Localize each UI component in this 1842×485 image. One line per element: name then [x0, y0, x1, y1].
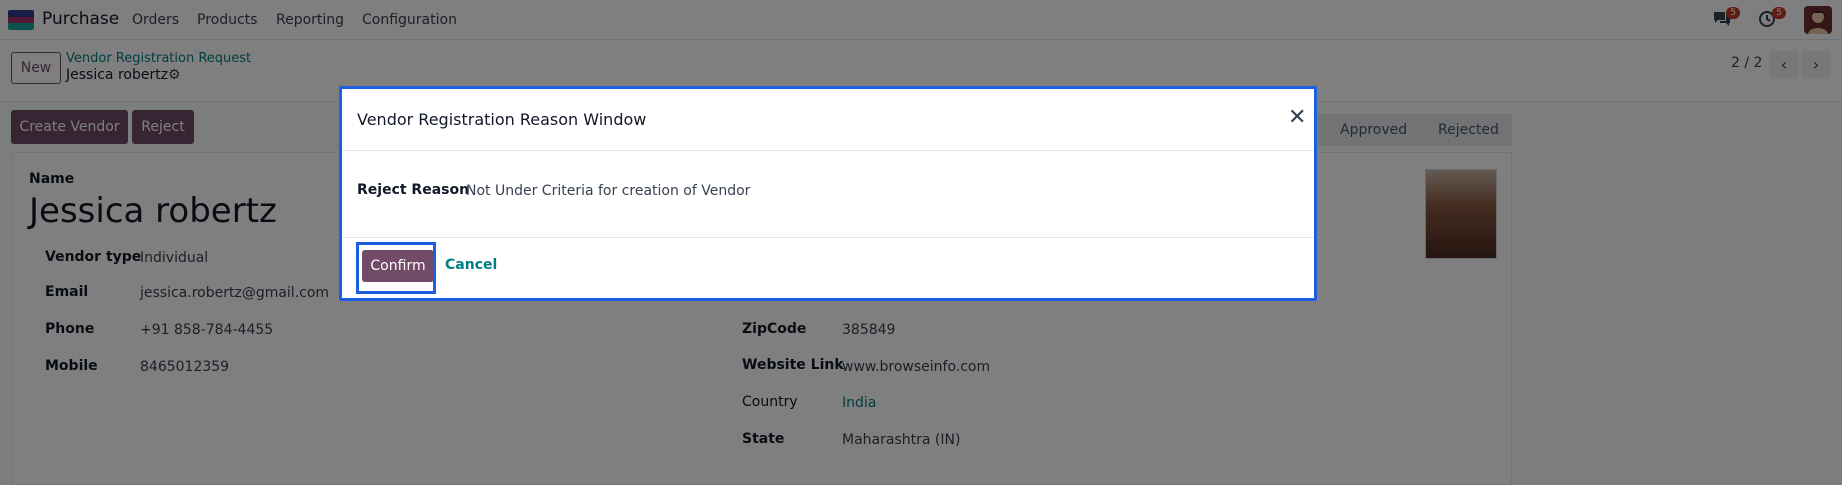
reject-reason-field[interactable]: Not Under Criteria for creation of Vendo… [466, 183, 750, 199]
reject-reason-label: Reject Reason [357, 182, 470, 198]
cancel-button[interactable]: Cancel [445, 257, 497, 273]
dialog-footer: Confirm Cancel [342, 237, 1314, 298]
dialog-body: Reject Reason Not Under Criteria for cre… [342, 151, 1314, 237]
reason-dialog: Vendor Registration Reason Window ✕ Reje… [339, 86, 1317, 301]
dialog-title: Vendor Registration Reason Window [357, 110, 647, 129]
close-icon[interactable]: ✕ [1288, 107, 1306, 129]
dialog-header: Vendor Registration Reason Window ✕ [342, 89, 1314, 151]
confirm-button[interactable]: Confirm [362, 250, 434, 282]
